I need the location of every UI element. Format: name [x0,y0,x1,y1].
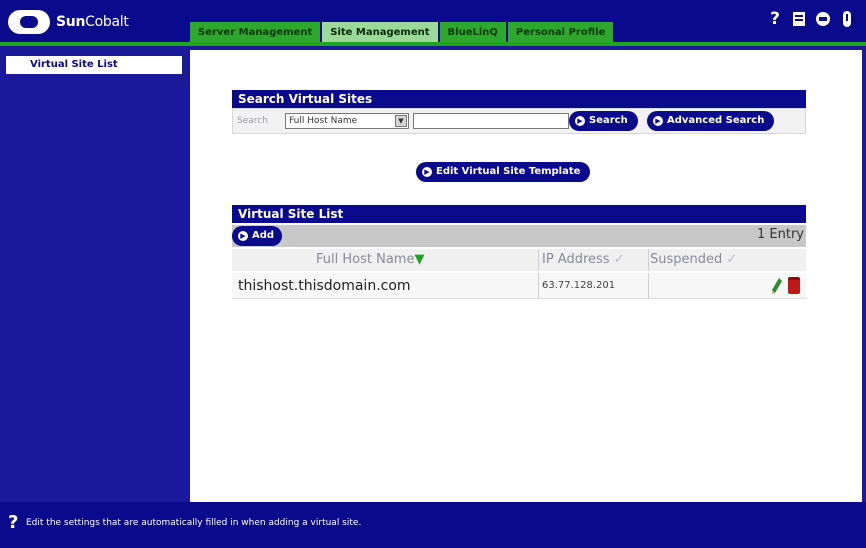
column-divider [538,249,539,271]
advanced-search-button[interactable]: ▶ Advanced Search [647,111,775,131]
site-list-toolbar: ▶ Add 1 Entry [232,225,806,247]
footer-help-bar: ? Edit the settings that are automatical… [0,502,866,548]
logo-text-thin: Cobalt [85,14,129,30]
column-label-full-host-name: Full Host Name [316,252,415,267]
app-window: SunCobalt Server Management Site Managem… [0,0,866,548]
column-label-ip-address: IP Address [542,252,610,267]
column-header-suspended[interactable]: Suspended ✓ [650,249,737,271]
sortable-icon: ✓ [613,252,625,267]
search-button-label: Search [589,115,628,126]
entry-count: 1 Entry [757,227,804,242]
sortable-icon: ✓ [726,252,738,267]
tab-personal-profile[interactable]: Personal Profile [507,20,614,42]
search-field-select[interactable]: Full Host Name ▼ [285,113,409,129]
footer-help-text: Edit the settings that are automatically… [26,518,362,528]
cobalt-logo-icon [8,10,50,34]
edit-virtual-site-template-button[interactable]: ▶ Edit Virtual Site Template [416,162,591,182]
sidebar: Virtual Site List [2,50,188,502]
sort-desc-icon: ▼ [414,252,425,267]
column-label-suspended: Suspended [650,252,723,267]
search-row: Search Full Host Name ▼ ▶ Search ▶ Advan… [232,108,806,134]
power-icon[interactable] [838,8,856,30]
search-label: Search [237,116,268,126]
help-icon: ? [8,512,19,533]
suncobalt-logo: SunCobalt [8,8,156,36]
arrow-right-icon: ▶ [575,116,585,126]
logout-icon[interactable] [814,8,832,30]
table-row: thishost.thisdomain.com 63.77.128.201 [232,273,806,299]
logo-text-bold: Sun [56,14,86,30]
edit-template-button-label: Edit Virtual Site Template [436,166,581,177]
search-field-selected-value: Full Host Name [289,116,358,126]
add-button[interactable]: ▶ Add [232,226,283,246]
cell-ip-address: 63.77.128.201 [542,280,616,291]
column-divider [538,273,539,298]
search-input[interactable] [413,113,569,129]
help-icon[interactable]: ? [766,8,784,30]
chevron-down-icon[interactable]: ▼ [395,115,407,127]
tab-server-management[interactable]: Server Management [190,20,321,42]
search-button[interactable]: ▶ Search [569,111,638,131]
tab-bluelinq[interactable]: BlueLinQ [439,20,506,42]
pencil-icon[interactable] [772,278,782,294]
arrow-right-icon: ▶ [653,116,663,126]
tab-site-management[interactable]: Site Management [322,20,438,42]
trash-icon[interactable] [788,277,800,294]
add-button-label: Add [252,230,275,241]
cell-host-name: thishost.thisdomain.com [238,278,411,294]
top-bar: SunCobalt Server Management Site Managem… [0,0,866,46]
site-list-title: Virtual Site List [232,205,806,223]
main-content: Search Virtual Sites Search Full Host Na… [190,50,862,502]
search-panel-title: Search Virtual Sites [232,90,806,108]
main-tabs: Server Management Site Management BlueLi… [190,20,614,42]
arrow-right-icon: ▶ [422,167,432,177]
table-header: Full Host Name▼ IP Address ✓ Suspended ✓ [232,249,806,271]
arrow-right-icon: ▶ [238,231,248,241]
column-header-full-host-name[interactable]: Full Host Name▼ [316,249,424,271]
sidebar-item-virtual-site-list[interactable]: Virtual Site List [6,56,182,74]
column-header-ip-address[interactable]: IP Address ✓ [542,249,625,271]
advanced-search-button-label: Advanced Search [667,115,765,126]
update-icon[interactable] [790,8,808,30]
column-divider [648,273,649,298]
logo-text: SunCobalt [56,14,129,30]
top-icons: ? [766,8,856,30]
column-divider [648,249,649,271]
